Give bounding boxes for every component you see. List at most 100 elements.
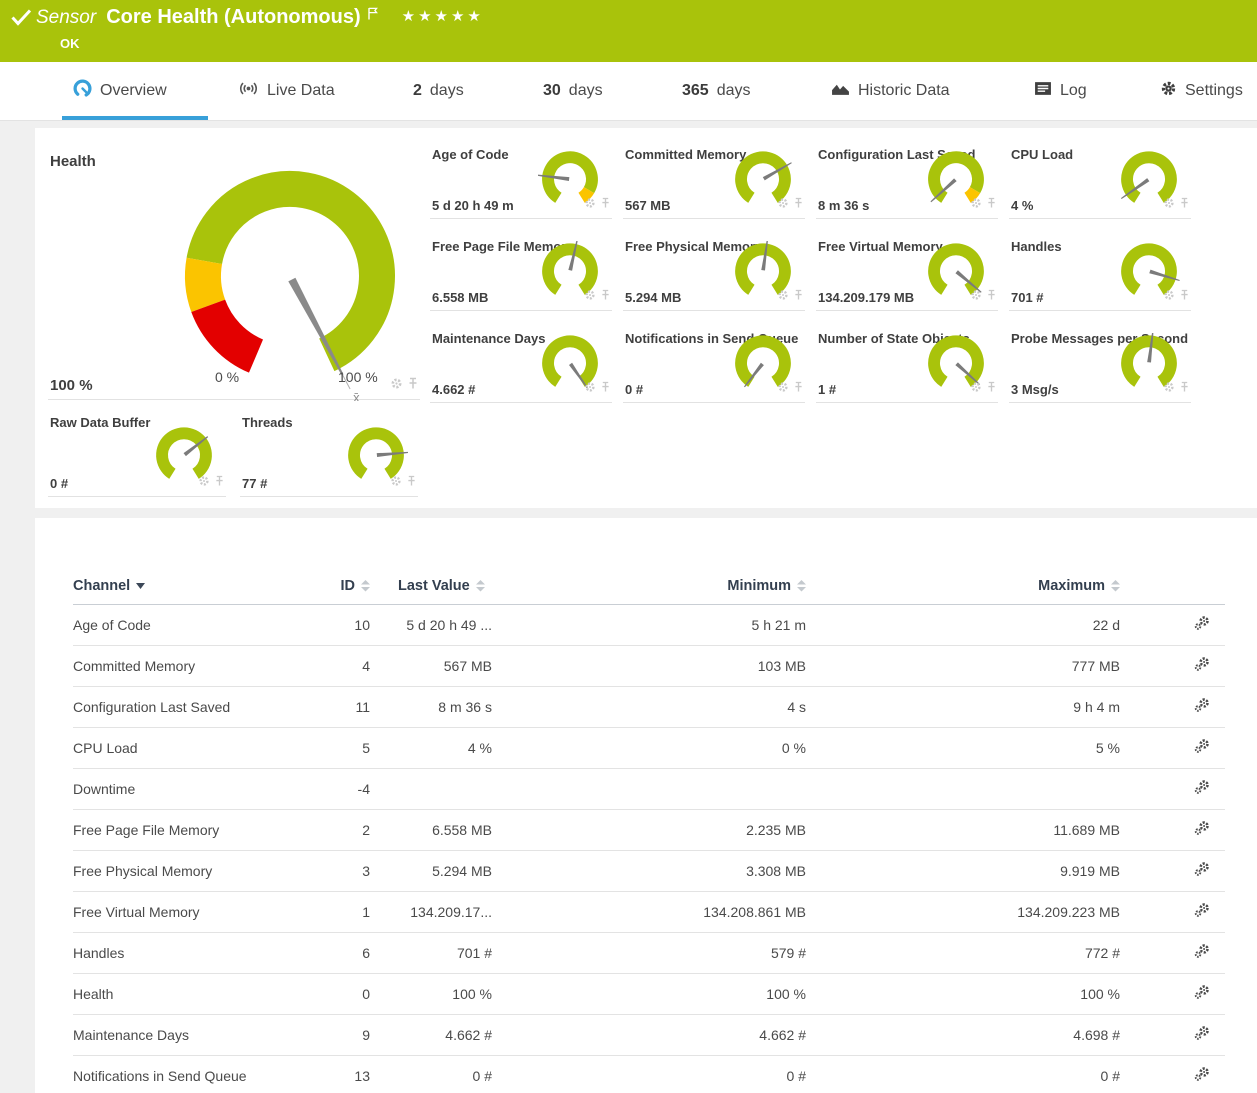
- tab-365-days[interactable]: 365days: [682, 62, 751, 120]
- gauge-pin-icon[interactable]: [794, 196, 803, 214]
- tab-log[interactable]: Log: [1034, 62, 1087, 120]
- gauge-pin-icon[interactable]: [1180, 380, 1189, 398]
- cell-last-value: 5.294 MB: [370, 850, 492, 891]
- table-row: Health 0 100 % 100 % 100 %: [73, 973, 1225, 1014]
- gauge-settings-gear-icon[interactable]: [1163, 196, 1175, 214]
- gauge-pin-icon[interactable]: [215, 474, 224, 492]
- cell-last-value: 100 %: [370, 973, 492, 1014]
- gauge-settings-gear-icon[interactable]: [390, 377, 403, 395]
- gauge-settings-gear-icon[interactable]: [777, 196, 789, 214]
- gauge-pin-icon[interactable]: [987, 380, 996, 398]
- channel-gauge-tile: Free Page File Memory 6.558 MB: [430, 237, 612, 311]
- channel-gauge-tile: Threads 77 #: [240, 413, 418, 497]
- channel-settings-gear-icon[interactable]: [1194, 905, 1211, 921]
- channel-gauge-tile: Free Virtual Memory 134.209.179 MB: [816, 237, 998, 311]
- gauge-settings-gear-icon[interactable]: [584, 288, 596, 306]
- gauge-settings-gear-icon[interactable]: [584, 380, 596, 398]
- gauge-pin-icon[interactable]: [987, 288, 996, 306]
- sensor-status-banner: Sensor Core Health (Autonomous) ★★★★★ OK: [0, 0, 1257, 62]
- channel-settings-gear-icon[interactable]: [1194, 618, 1211, 634]
- gauge-settings-gear-icon[interactable]: [1163, 380, 1175, 398]
- cell-last-value: 4 %: [370, 727, 492, 768]
- cell-channel: Age of Code: [73, 604, 323, 645]
- channel-settings-gear-icon[interactable]: [1194, 659, 1211, 675]
- gauge-settings-gear-icon[interactable]: [970, 196, 982, 214]
- channel-gauge-tile: CPU Load 4 %: [1009, 145, 1191, 219]
- gauge-settings-gear-icon[interactable]: [970, 288, 982, 306]
- cell-channel: Handles: [73, 932, 323, 973]
- gauge-pin-icon[interactable]: [601, 380, 610, 398]
- gauge-settings-gear-icon[interactable]: [1163, 288, 1175, 306]
- column-header-channel[interactable]: Channel: [73, 568, 323, 604]
- gauge-pin-icon[interactable]: [408, 377, 418, 395]
- channel-gauge-value: 6.558 MB: [432, 290, 488, 305]
- gauge-pin-icon[interactable]: [407, 474, 416, 492]
- channel-settings-gear-icon[interactable]: [1194, 823, 1211, 839]
- cell-channel: Free Physical Memory: [73, 850, 323, 891]
- cell-last-value: 5 d 20 h 49 ...: [370, 604, 492, 645]
- channel-settings-gear-icon[interactable]: [1194, 700, 1211, 716]
- health-scale-min: 0 %: [215, 369, 239, 385]
- cell-maximum: 5 %: [806, 727, 1120, 768]
- gauge-pin-icon[interactable]: [794, 380, 803, 398]
- gauge-pin-icon[interactable]: [1180, 196, 1189, 214]
- tab-2-days[interactable]: 2days: [413, 62, 464, 120]
- channel-gauge-title: CPU Load: [1011, 147, 1073, 162]
- column-header-last-value[interactable]: Last Value: [370, 568, 492, 604]
- cell-maximum: 22 d: [806, 604, 1120, 645]
- cell-minimum: [492, 768, 806, 809]
- channel-settings-gear-icon[interactable]: [1194, 782, 1211, 798]
- table-row: Maintenance Days 9 4.662 # 4.662 # 4.698…: [73, 1014, 1225, 1055]
- priority-flag-icon[interactable]: [368, 7, 378, 25]
- gauge-settings-gear-icon[interactable]: [970, 380, 982, 398]
- active-tab-underline: [62, 116, 208, 120]
- gauge-settings-gear-icon[interactable]: [777, 288, 789, 306]
- column-header-minimum[interactable]: Minimum: [492, 568, 806, 604]
- gauge-settings-gear-icon[interactable]: [584, 196, 596, 214]
- tab-live-data[interactable]: Live Data: [238, 62, 335, 120]
- gauge-settings-gear-icon[interactable]: [777, 380, 789, 398]
- channel-settings-gear-icon[interactable]: [1194, 1028, 1211, 1044]
- gauge-settings-gear-icon[interactable]: [198, 474, 210, 492]
- table-row: Notifications in Send Queue 13 0 # 0 # 0…: [73, 1055, 1225, 1093]
- cell-id: 2: [323, 809, 370, 850]
- column-header-maximum[interactable]: Maximum: [806, 568, 1120, 604]
- gauge-settings-gear-icon[interactable]: [390, 474, 402, 492]
- cell-maximum: 11.689 MB: [806, 809, 1120, 850]
- tab-settings[interactable]: Settings: [1160, 62, 1243, 120]
- cell-last-value: [370, 768, 492, 809]
- channel-settings-gear-icon[interactable]: [1194, 741, 1211, 757]
- tab-30-days[interactable]: 30days: [543, 62, 603, 120]
- channel-settings-gear-icon[interactable]: [1194, 946, 1211, 962]
- cell-channel: Health: [73, 973, 323, 1014]
- tab-overview[interactable]: Overview: [73, 62, 167, 120]
- tab-historic-data[interactable]: Historic Data: [831, 62, 950, 120]
- cell-last-value: 4.662 #: [370, 1014, 492, 1055]
- gauge-pin-icon[interactable]: [601, 288, 610, 306]
- channel-gauge-value: 0 #: [50, 476, 68, 491]
- gauge-pin-icon[interactable]: [987, 196, 996, 214]
- cell-channel: Committed Memory: [73, 645, 323, 686]
- channel-settings-gear-icon[interactable]: [1194, 1069, 1211, 1085]
- gauge-pin-icon[interactable]: [794, 288, 803, 306]
- column-header-id[interactable]: ID: [323, 568, 370, 604]
- channel-gauge-title: Raw Data Buffer: [50, 415, 150, 430]
- cell-maximum: 772 #: [806, 932, 1120, 973]
- channel-gauge-tile: Free Physical Memory 5.294 MB: [623, 237, 805, 311]
- channel-settings-gear-icon[interactable]: [1194, 864, 1211, 880]
- health-gauge-title: Health: [50, 153, 96, 170]
- priority-stars[interactable]: ★★★★★: [402, 7, 484, 25]
- gauge-pin-icon[interactable]: [601, 196, 610, 214]
- cell-minimum: 579 #: [492, 932, 806, 973]
- gauge-pin-icon[interactable]: [1180, 288, 1189, 306]
- gauge-icon: [73, 79, 92, 103]
- channel-gauge-tile: Maintenance Days 4.662 #: [430, 329, 612, 403]
- channel-gauge-value: 8 m 36 s: [818, 198, 869, 213]
- channel-settings-gear-icon[interactable]: [1194, 987, 1211, 1003]
- table-row: Committed Memory 4 567 MB 103 MB 777 MB: [73, 645, 1225, 686]
- cell-last-value: 0 #: [370, 1055, 492, 1093]
- cell-channel: CPU Load: [73, 727, 323, 768]
- table-row: Configuration Last Saved 11 8 m 36 s 4 s…: [73, 686, 1225, 727]
- cell-last-value: 134.209.17...: [370, 891, 492, 932]
- channel-gauge-value: 567 MB: [625, 198, 671, 213]
